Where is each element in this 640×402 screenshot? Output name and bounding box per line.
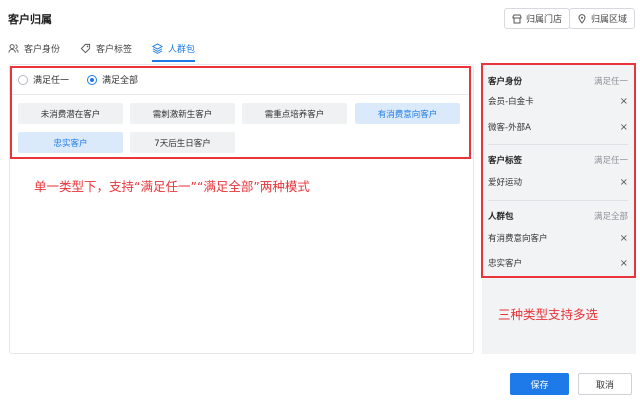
tab-label: 客户身份 (24, 44, 61, 55)
cancel-button[interactable]: 取消 (578, 373, 632, 395)
store-button-label: 归属门店 (526, 15, 563, 25)
tag-icon (80, 43, 91, 53)
tab-crowd-pack[interactable]: 人群包 (152, 40, 196, 62)
tab-label: 客户标签 (96, 44, 133, 55)
header: 客户归属 归属门店 归属区域 (0, 0, 640, 34)
tab-customer-identity[interactable]: 客户身份 (8, 40, 60, 56)
tab-customer-tags[interactable]: 客户标签 (80, 40, 132, 56)
store-button[interactable]: 归属门店 (504, 8, 571, 29)
location-pin-icon (578, 13, 586, 24)
layers-icon (152, 42, 164, 54)
region-button-label: 归属区域 (591, 15, 628, 25)
save-button[interactable]: 保存 (510, 373, 569, 395)
users-icon (8, 43, 19, 53)
annotation-text-right: 三种类型支持多选 (498, 307, 599, 322)
annotation-box-left (10, 66, 471, 159)
region-button[interactable]: 归属区域 (569, 8, 636, 29)
tab-label: 人群包 (168, 44, 196, 55)
category-tabs: 客户身份 客户标签 人群包 (8, 40, 196, 62)
annotation-box-right (481, 63, 636, 278)
store-icon (512, 14, 522, 23)
annotation-text-left: 单一类型下，支持“满足任一”“满足全部”两种模式 (34, 179, 310, 194)
page-title: 客户归属 (8, 13, 52, 26)
